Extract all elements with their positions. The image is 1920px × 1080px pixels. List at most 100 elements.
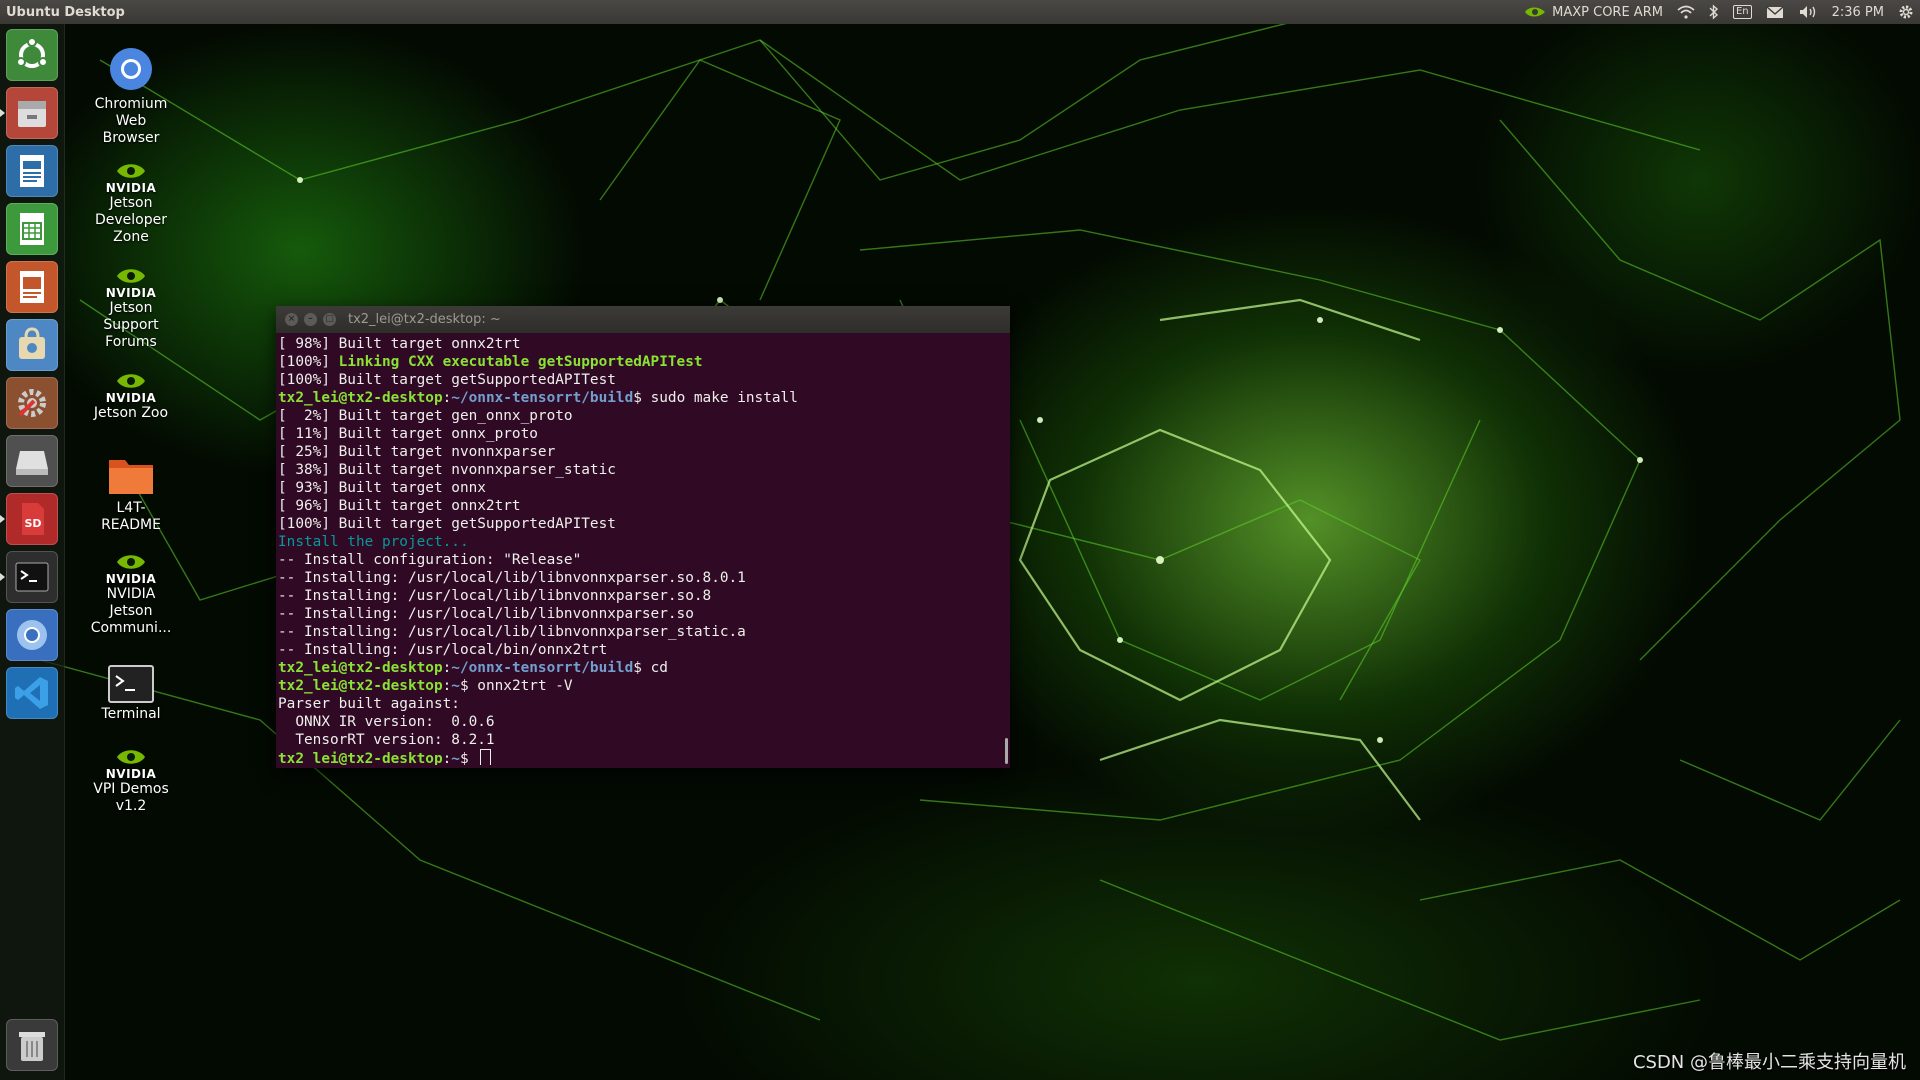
desktop-icon-nvidia-jetson-community[interactable]: NVIDIA NVIDIA Jetson Communi... [81, 551, 181, 637]
desktop-icon-jetson-support-forums[interactable]: NVIDIA Jetson Support Forums [81, 265, 181, 351]
terminal-window[interactable]: × – □ tx2_lei@tx2-desktop: ~ [ 98%] Buil… [276, 306, 1010, 768]
desktop-icon-l4t-readme[interactable]: L4T- README [81, 454, 181, 534]
speaker-icon [1799, 6, 1815, 18]
nvidia-icon [117, 269, 145, 283]
terminal-text: $ [459, 751, 478, 765]
terminal-line: [ 2%] Built target gen_onnx_proto [278, 407, 1008, 425]
launcher-sd-card[interactable]: SD [0, 493, 58, 545]
desktop-icon-chromium[interactable]: Chromium Web Browser [81, 44, 181, 147]
desktop-icon-label: VPI Demos v1.2 [93, 781, 169, 814]
close-button[interactable]: × [285, 313, 298, 326]
desktop-icon-terminal[interactable]: Terminal [81, 664, 181, 723]
terminal-text: -- Install configuration: "Release" [278, 552, 582, 568]
desktop-icon-vpi-demos[interactable]: NVIDIA VPI Demos v1.2 [81, 746, 181, 815]
terminal-line: [ 11%] Built target onnx_proto [278, 425, 1008, 443]
terminal-text: tx2_lei@tx2-desktop [278, 390, 443, 406]
terminal-text: [ 93%] Built target onnx [278, 480, 486, 496]
desktop-icon-label: Jetson Support Forums [103, 300, 159, 350]
bluetooth-icon [1709, 4, 1718, 20]
chromium-icon [17, 620, 47, 650]
nvidia-icon [117, 164, 145, 178]
wifi-indicator[interactable] [1677, 5, 1695, 19]
clock-time: 2:36 PM [1831, 4, 1884, 20]
terminal-line: -- Installing: /usr/local/lib/libnvonnxp… [278, 587, 1008, 605]
terminal-text: -- Installing: /usr/local/lib/libnvonnxp… [278, 606, 694, 622]
terminal-text: [ 25%] Built target nvonnxparser [278, 444, 556, 460]
nvidia-icon [1525, 7, 1546, 17]
terminal-text: [ 38%] Built target nvonnxparser_static [278, 462, 616, 478]
terminal-line: -- Installing: /usr/local/bin/onnx2trt [278, 641, 1008, 659]
terminal-output[interactable]: [ 98%] Built target onnx2trt [100%] Linki… [276, 333, 1010, 765]
panel-title: Ubuntu Desktop [6, 4, 125, 20]
session-menu[interactable] [1898, 4, 1914, 20]
terminal-text: -- Installing: /usr/local/lib/libnvonnxp… [278, 624, 746, 640]
terminal-text: Install the project... [278, 534, 469, 550]
maximize-button[interactable]: □ [323, 313, 336, 326]
desktop-icon-label: Jetson Developer Zone [94, 195, 167, 245]
launcher-trash[interactable] [6, 1019, 58, 1071]
terminal-text: ~ [451, 751, 460, 765]
terminal-text: Parser built against: [278, 696, 460, 712]
terminal-text: [100%] [278, 354, 339, 370]
keyboard-indicator[interactable]: En [1732, 5, 1752, 19]
terminal-text: tx2_lei@tx2-desktop [278, 751, 443, 765]
terminal-line: Parser built against: [278, 695, 1008, 713]
desktop-icon-jetson-developer-zone[interactable]: NVIDIA Jetson Developer Zone [81, 160, 181, 246]
launcher-writer[interactable] [6, 145, 58, 197]
nvidia-icon [117, 374, 145, 388]
terminal-line: [100%] Built target getSupportedAPITest [278, 515, 1008, 533]
launcher-drive[interactable] [6, 435, 58, 487]
drive-icon [16, 451, 48, 475]
files-icon [18, 101, 46, 127]
terminal-text: [ 98%] Built target onnx2trt [278, 336, 521, 352]
clock[interactable]: 2:36 PM [1832, 5, 1884, 20]
terminal-line: [ 96%] Built target onnx2trt [278, 497, 1008, 515]
calc-icon [20, 213, 44, 245]
nvidia-icon [117, 750, 145, 764]
terminal-titlebar[interactable]: × – □ tx2_lei@tx2-desktop: ~ [276, 306, 1010, 333]
bluetooth-indicator[interactable] [1709, 4, 1719, 20]
launcher-chromium[interactable] [6, 609, 58, 661]
launcher-dash[interactable] [6, 29, 58, 81]
launcher-software-center[interactable] [6, 319, 58, 371]
launcher-calc[interactable] [6, 203, 58, 255]
power-mode-label: MAXP CORE ARM [1552, 4, 1663, 20]
launcher-impress[interactable] [6, 261, 58, 313]
terminal-text: [100%] Built target getSupportedAPITest [278, 372, 616, 388]
power-mode-indicator[interactable]: MAXP CORE ARM [1523, 4, 1663, 20]
desktop-icon-label: NVIDIA Jetson Communi... [90, 586, 172, 636]
mail-indicator[interactable] [1766, 5, 1784, 19]
terminal-line: Install the project... [278, 533, 1008, 551]
terminal-line: -- Installing: /usr/local/lib/libnvonnxp… [278, 605, 1008, 623]
terminal-scrollbar[interactable] [1005, 738, 1008, 764]
terminal-line: [ 93%] Built target onnx [278, 479, 1008, 497]
desktop-icon-label: Chromium Web Browser [94, 96, 168, 146]
trash-icon [19, 1032, 45, 1061]
top-panel: Ubuntu Desktop MAXP CORE ARM En 2:36 PM [0, 0, 1920, 24]
terminal-text: ~/onnx-tensorrt/build [451, 660, 634, 676]
terminal-cursor [480, 749, 492, 765]
wifi-icon [1677, 5, 1695, 19]
terminal-text: tx2_lei@tx2-desktop [278, 678, 443, 694]
writer-icon [20, 155, 44, 187]
terminal-text: $ cd [633, 660, 668, 676]
running-indicator [0, 515, 5, 523]
launcher-system-settings[interactable] [6, 377, 58, 429]
terminal-text: -- Installing: /usr/local/lib/libnvonnxp… [278, 588, 712, 604]
launcher-files[interactable] [0, 87, 58, 139]
terminal-text: TensorRT version: 8.2.1 [278, 732, 495, 748]
terminal-text: ~ [451, 678, 460, 694]
terminal-line: ONNX IR version: 0.0.6 [278, 713, 1008, 731]
csdn-watermark: CSDN @鲁棒最小二乘支持向量机 [1632, 1052, 1906, 1073]
terminal-text: -- Installing: /usr/local/bin/onnx2trt [278, 642, 608, 658]
desktop-icon-jetson-zoo[interactable]: NVIDIA Jetson Zoo [81, 370, 181, 422]
svg-text:SD: SD [24, 517, 41, 530]
nvidia-wordmark: NVIDIA [105, 391, 157, 405]
minimize-button[interactable]: – [304, 313, 317, 326]
folder-icon [109, 460, 153, 494]
sound-indicator[interactable] [1798, 4, 1818, 20]
launcher-terminal[interactable] [0, 551, 58, 603]
desktop-icon-label: L4T- README [101, 500, 161, 533]
launcher-vscode[interactable] [6, 667, 58, 719]
terminal-text: [ 2%] Built target gen_onnx_proto [278, 408, 573, 424]
